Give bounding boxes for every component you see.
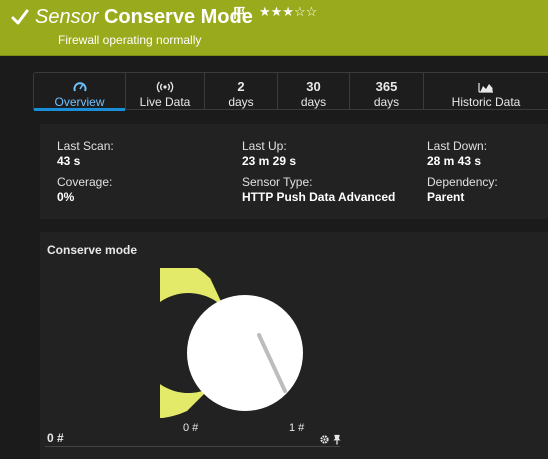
- sensor-info-panel: Last Scan: 43 s Last Up: 23 m 29 s Last …: [40, 124, 548, 219]
- last-scan-value: 43 s: [57, 154, 81, 168]
- sensor-type-value: HTTP Push Data Advanced: [242, 190, 396, 204]
- coverage-label: Coverage:: [57, 175, 113, 189]
- tab-30-days[interactable]: 30 days: [278, 73, 350, 109]
- last-down: Last Down: 28 m 43 s: [427, 139, 487, 169]
- gauge-max-label: 1 #: [289, 422, 305, 434]
- sensor-kind-label: Sensor: [35, 6, 99, 28]
- last-up-value: 23 m 29 s: [242, 154, 297, 168]
- sensor-type-label: Sensor Type:: [242, 175, 313, 189]
- channel-last-value: 0 #: [47, 431, 64, 445]
- flag-icon[interactable]: [233, 6, 247, 20]
- channel-gauge-panel: Conserve mode 0 # 1 # 0 #: [40, 232, 548, 459]
- last-down-label: Last Down:: [427, 139, 488, 153]
- channel-title[interactable]: Conserve mode: [47, 243, 137, 257]
- tab-2-days[interactable]: 2 days: [205, 73, 278, 109]
- tab-label: Overview: [54, 95, 105, 109]
- dependency-label: Dependency:: [427, 175, 498, 189]
- check-icon: [11, 9, 29, 25]
- tab-label: days: [228, 95, 254, 109]
- tab-label: days: [300, 95, 327, 109]
- last-scan-label: Last Scan:: [57, 139, 114, 153]
- last-up-label: Last Up:: [242, 139, 287, 153]
- status-message: Firewall operating normally: [58, 33, 202, 47]
- tab-historic-data[interactable]: Historic Data: [424, 73, 548, 109]
- area-chart-icon: [478, 83, 493, 93]
- last-up: Last Up: 23 m 29 s: [242, 139, 296, 169]
- tab-label: Live Data: [139, 95, 191, 109]
- sensor-type: Sensor Type: HTTP Push Data Advanced: [242, 175, 395, 205]
- pin-icon[interactable]: [332, 434, 342, 445]
- tab-label: Historic Data: [451, 95, 521, 109]
- tab-number: 365: [375, 79, 398, 94]
- gauge-dial: [187, 295, 303, 411]
- gauge-icon: [73, 82, 86, 92]
- tab-live-data[interactable]: Live Data: [126, 73, 205, 109]
- sensor-name: Conserve Mode: [103, 6, 253, 28]
- tab-bar: Overview Live Data 2 days 30 days 365 da…: [33, 72, 548, 111]
- dependency: Dependency: Parent: [427, 175, 498, 205]
- sensor-header: Sensor Conserve Mode ★★★☆☆ Firewall oper…: [0, 0, 548, 56]
- last-down-value: 28 m 43 s: [427, 154, 482, 168]
- tab-number: 30: [306, 79, 321, 94]
- tab-number: 2: [237, 79, 245, 94]
- gauge-min-label: 0 #: [183, 422, 199, 434]
- priority-stars[interactable]: ★★★☆☆: [259, 4, 317, 20]
- gear-icon[interactable]: [319, 434, 330, 445]
- page-title: Sensor Conserve Mode: [35, 6, 253, 29]
- coverage-value: 0%: [57, 190, 75, 204]
- dependency-value[interactable]: Parent: [427, 190, 498, 205]
- channel-gauge: [160, 268, 303, 418]
- tab-label: days: [373, 95, 400, 109]
- divider: [45, 446, 340, 447]
- tab-overview[interactable]: Overview: [34, 73, 126, 111]
- radio-waves-icon: [156, 81, 174, 93]
- tab-365-days[interactable]: 365 days: [350, 73, 424, 109]
- last-scan: Last Scan: 43 s: [57, 139, 114, 169]
- coverage: Coverage: 0%: [57, 175, 112, 205]
